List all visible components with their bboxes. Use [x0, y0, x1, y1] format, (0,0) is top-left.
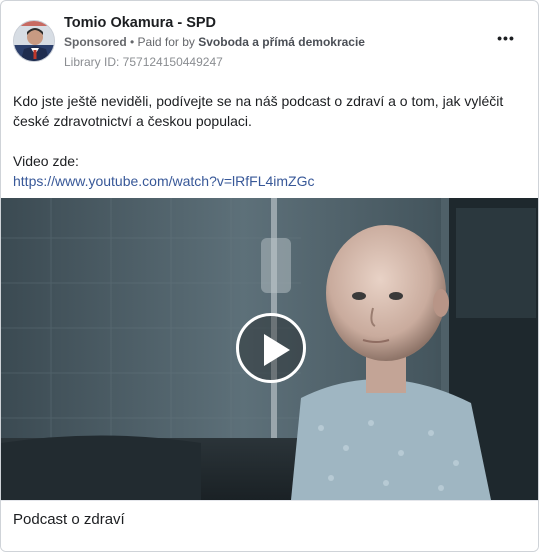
- paid-for-prefix: • Paid for by: [126, 35, 199, 49]
- more-options-icon[interactable]: •••: [494, 31, 518, 47]
- post-header: Tomio Okamura - SPD Sponsored • Paid for…: [13, 13, 526, 73]
- sponsor-line: Sponsored • Paid for by Svoboda a přímá …: [64, 35, 365, 49]
- post-text-line: české zdravotnictví a českou populaci.: [13, 113, 252, 129]
- library-id: Library ID: 757124150449247: [64, 55, 223, 69]
- play-icon[interactable]: [236, 313, 306, 383]
- page-avatar[interactable]: [13, 20, 55, 62]
- media-footer[interactable]: Podcast o zdraví: [1, 500, 538, 551]
- post-text-line: Kdo jste ještě neviděli, podívejte se na…: [13, 93, 504, 109]
- video-link[interactable]: https://www.youtube.com/watch?v=lRfFL4im…: [13, 173, 315, 189]
- post-text-line: Video zde:: [13, 153, 79, 169]
- play-triangle: [264, 334, 290, 366]
- media-title: Podcast o zdraví: [13, 511, 125, 528]
- post-text: Kdo jste ještě neviděli, podívejte se na…: [13, 91, 525, 191]
- ad-card: Tomio Okamura - SPD Sponsored • Paid for…: [0, 0, 539, 552]
- payer-name[interactable]: Svoboda a přímá demokracie: [198, 35, 365, 49]
- page-name[interactable]: Tomio Okamura - SPD: [64, 15, 216, 31]
- sponsored-label: Sponsored: [64, 35, 127, 49]
